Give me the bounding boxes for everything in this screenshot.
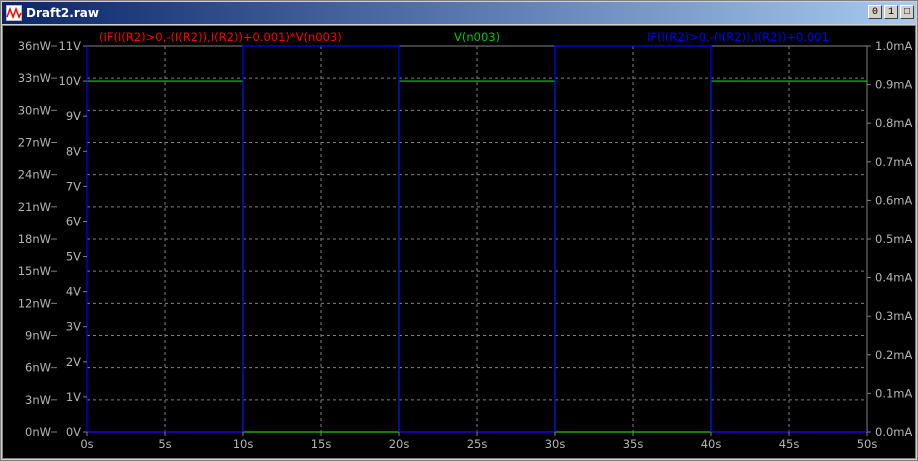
y-tick-label-right: 0.8mA [875, 116, 912, 130]
y-tick-label-right: 0.4mA [875, 271, 912, 285]
y-tick-label-outer: 18nW [18, 232, 51, 246]
x-tick-label: 5s [158, 437, 171, 451]
y-tick-label-inner: 6V [66, 214, 81, 228]
y-tick-label-inner: 11V [58, 39, 81, 53]
y-tick-label-inner: 3V [66, 320, 81, 334]
x-tick-label: 45s [779, 437, 800, 451]
title-bar[interactable]: Draft2.raw 0 1 □ [2, 2, 916, 24]
x-tick-label: 10s [233, 437, 254, 451]
y-tick-label-right: 0.0mA [875, 425, 912, 439]
y-tick-label-outer: 12nW [18, 296, 51, 310]
trace-label-current[interactable]: IF(I(R2)>0,-(I(R2)),I(R2))+0.001 [647, 30, 829, 44]
trace-label-voltage[interactable]: V(n003) [454, 30, 500, 44]
window-controls: 0 1 □ [868, 5, 914, 19]
y-tick-label-right: 0.5mA [875, 232, 912, 246]
legend: (IF(I(R2)>0,-(I(R2)),I(R2))+0.001)*V(n00… [99, 30, 829, 44]
y-tick-label-inner: 1V [66, 390, 81, 404]
y-tick-label-inner: 9V [66, 109, 81, 123]
y-tick-label-inner: 7V [66, 179, 81, 193]
y-tick-label-right: 0.6mA [875, 193, 912, 207]
y-tick-label-right: 1.0mA [875, 39, 912, 53]
minimize-button[interactable]: 0 [868, 5, 882, 19]
waveform-plot[interactable]: 0s 5s 10s 15s 20s 25s 30s 35s 40s 45s 50s 0nW 3nW 6nW… [3, 26, 915, 458]
x-tick-label: 15s [311, 437, 332, 451]
axes: 0s 5s 10s 15s 20s 25s 30s 35s 40s 45s 50s 0nW 3nW 6nW… [18, 39, 913, 451]
y-tick-label-outer: 33nW [18, 71, 51, 85]
y-tick-label-outer: 0nW [25, 425, 51, 439]
y-tick-label-right: 0.2mA [875, 348, 912, 362]
y-tick-label-inner: 0V [66, 425, 81, 439]
x-tick-label: 40s [701, 437, 722, 451]
window-title: Draft2.raw [26, 6, 99, 20]
y-tick-label-right: 0.3mA [875, 309, 912, 323]
y-tick-label-inner: 4V [66, 285, 81, 299]
y-tick-label-outer: 36nW [18, 39, 51, 53]
y-tick-label-right: 0.1mA [875, 386, 912, 400]
waveform-app-icon [6, 5, 22, 21]
y-tick-label-right: 0.9mA [875, 78, 912, 92]
y-tick-label-outer: 6nW [25, 361, 51, 375]
maximize-button[interactable]: □ [900, 5, 914, 19]
y-tick-label-outer: 3nW [25, 393, 51, 407]
x-tick-label: 35s [623, 437, 644, 451]
y-tick-label-outer: 9nW [25, 329, 51, 343]
restore-button[interactable]: 1 [884, 5, 898, 19]
plot-pane[interactable]: 0s 5s 10s 15s 20s 25s 30s 35s 40s 45s 50s 0nW 3nW 6nW… [2, 25, 916, 459]
y-tick-label-outer: 21nW [18, 200, 51, 214]
x-tick-label: 25s [467, 437, 488, 451]
y-tick-label-outer: 24nW [18, 168, 51, 182]
x-tick-label: 20s [389, 437, 410, 451]
y-tick-label-inner: 8V [66, 144, 81, 158]
y-tick-label-inner: 10V [58, 74, 81, 88]
y-tick-label-inner: 2V [66, 355, 81, 369]
trace-label-power[interactable]: (IF(I(R2)>0,-(I(R2)),I(R2))+0.001)*V(n00… [99, 30, 342, 44]
waveform-window: Draft2.raw 0 1 □ 0s 5s 10s 15s 20s 25s 30s 35s 4… [0, 0, 918, 461]
x-tick-label: 50s [857, 437, 878, 451]
y-tick-label-inner: 5V [66, 250, 81, 264]
x-tick-label: 0s [80, 437, 93, 451]
y-tick-label-outer: 30nW [18, 103, 51, 117]
y-tick-label-right: 0.7mA [875, 155, 912, 169]
y-tick-label-outer: 15nW [18, 264, 51, 278]
x-tick-label: 30s [545, 437, 566, 451]
y-tick-label-outer: 27nW [18, 136, 51, 150]
grid [86, 45, 868, 433]
